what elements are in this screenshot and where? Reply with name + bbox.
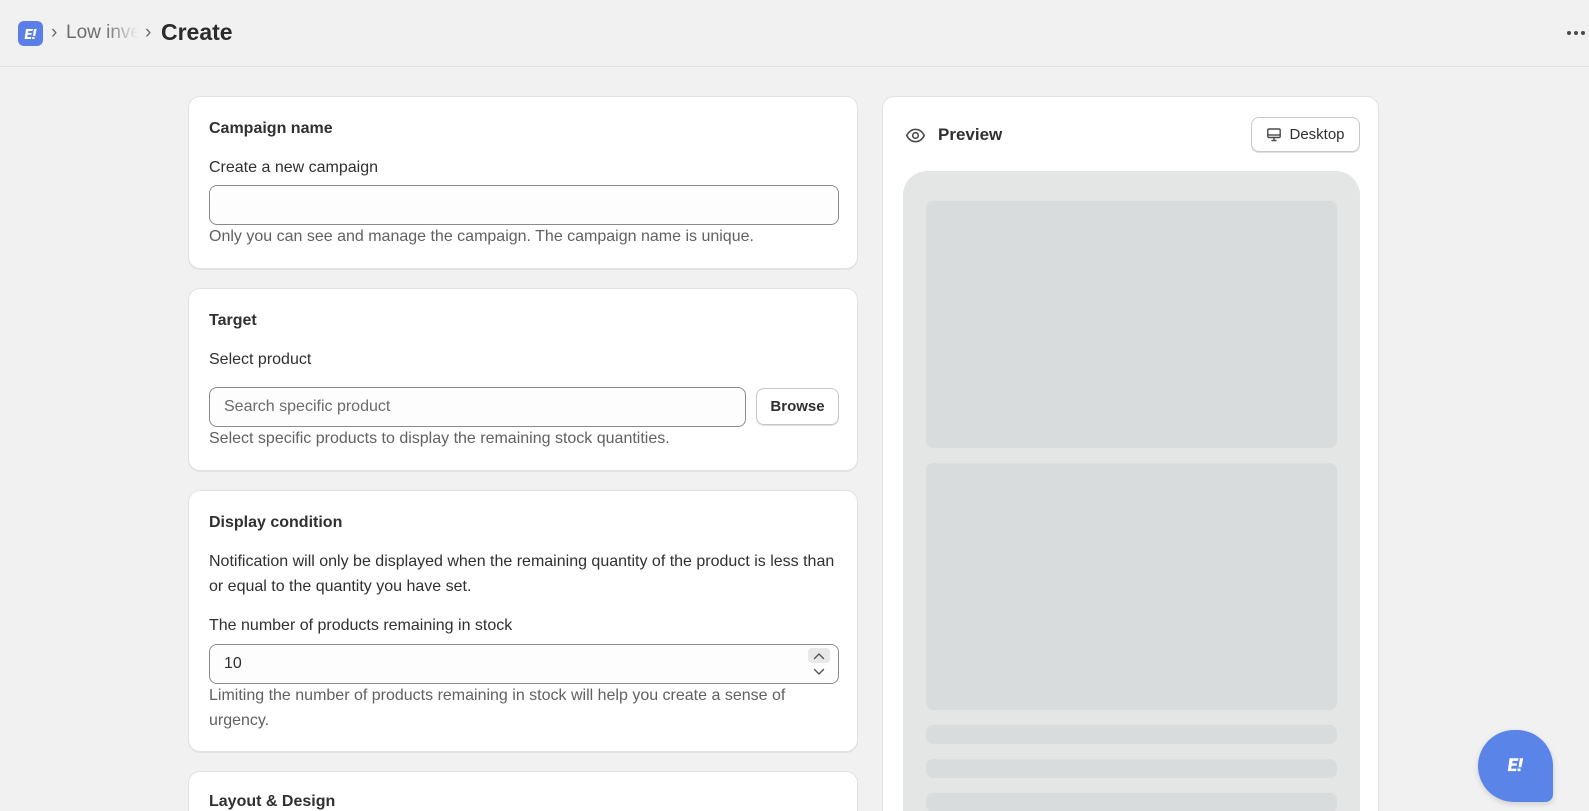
preview-text-placeholder (926, 725, 1337, 744)
device-toggle-label: Desktop (1289, 126, 1345, 143)
layout-design-title: Layout & Design (209, 793, 336, 810)
layout-design-card: Layout & Design (188, 771, 858, 811)
target-card: Target Select product Browse Select spec… (188, 288, 858, 471)
product-search-input[interactable] (209, 387, 746, 427)
select-product-label: Select product (209, 351, 312, 368)
eye-icon (905, 128, 926, 143)
preview-text-placeholder (926, 759, 1337, 778)
breadcrumb-previous-link[interactable]: Low inventory (66, 22, 138, 44)
preview-panel: Preview Desktop (882, 96, 1379, 811)
campaign-name-help: Only you can see and manage the campaign… (209, 228, 754, 245)
display-condition-card: Display condition Notification will only… (188, 490, 858, 752)
preview-frame (903, 171, 1360, 811)
breadcrumb-separator: › (145, 22, 152, 43)
campaign-name-title: Campaign name (209, 120, 333, 137)
quantity-stepper[interactable] (808, 648, 830, 679)
campaign-name-label: Create a new campaign (209, 159, 378, 176)
preview-text-placeholder (926, 793, 1337, 811)
campaign-name-card: Campaign name Create a new campaign Only… (188, 96, 858, 269)
stock-quantity-field (209, 644, 839, 684)
stock-quantity-label: The number of products remaining in stoc… (209, 617, 513, 634)
app-logo-icon[interactable] (18, 21, 43, 46)
top-bar: › Low inventory › Create (0, 0, 1589, 67)
desktop-icon (1267, 127, 1282, 141)
chevron-down-icon[interactable] (808, 664, 830, 679)
preview-image-placeholder (926, 201, 1337, 448)
page-title: Create (161, 19, 233, 45)
preview-title: Preview (938, 125, 1003, 144)
stock-quantity-help: Limiting the number of products remainin… (209, 687, 786, 729)
preview-image-placeholder (926, 463, 1337, 710)
target-help: Select specific products to display the … (209, 430, 670, 447)
chevron-up-icon[interactable] (808, 648, 830, 663)
breadcrumb-separator: › (51, 22, 58, 43)
display-condition-title: Display condition (209, 514, 343, 531)
campaign-name-input[interactable] (209, 185, 839, 225)
device-toggle-button[interactable]: Desktop (1251, 117, 1360, 152)
chat-launcher-icon[interactable] (1478, 730, 1553, 802)
more-horizontal-icon[interactable] (1565, 22, 1587, 44)
stock-quantity-input[interactable] (209, 644, 839, 684)
target-title: Target (209, 312, 257, 329)
browse-button[interactable]: Browse (756, 388, 839, 425)
display-condition-description: Notification will only be displayed when… (209, 553, 835, 595)
